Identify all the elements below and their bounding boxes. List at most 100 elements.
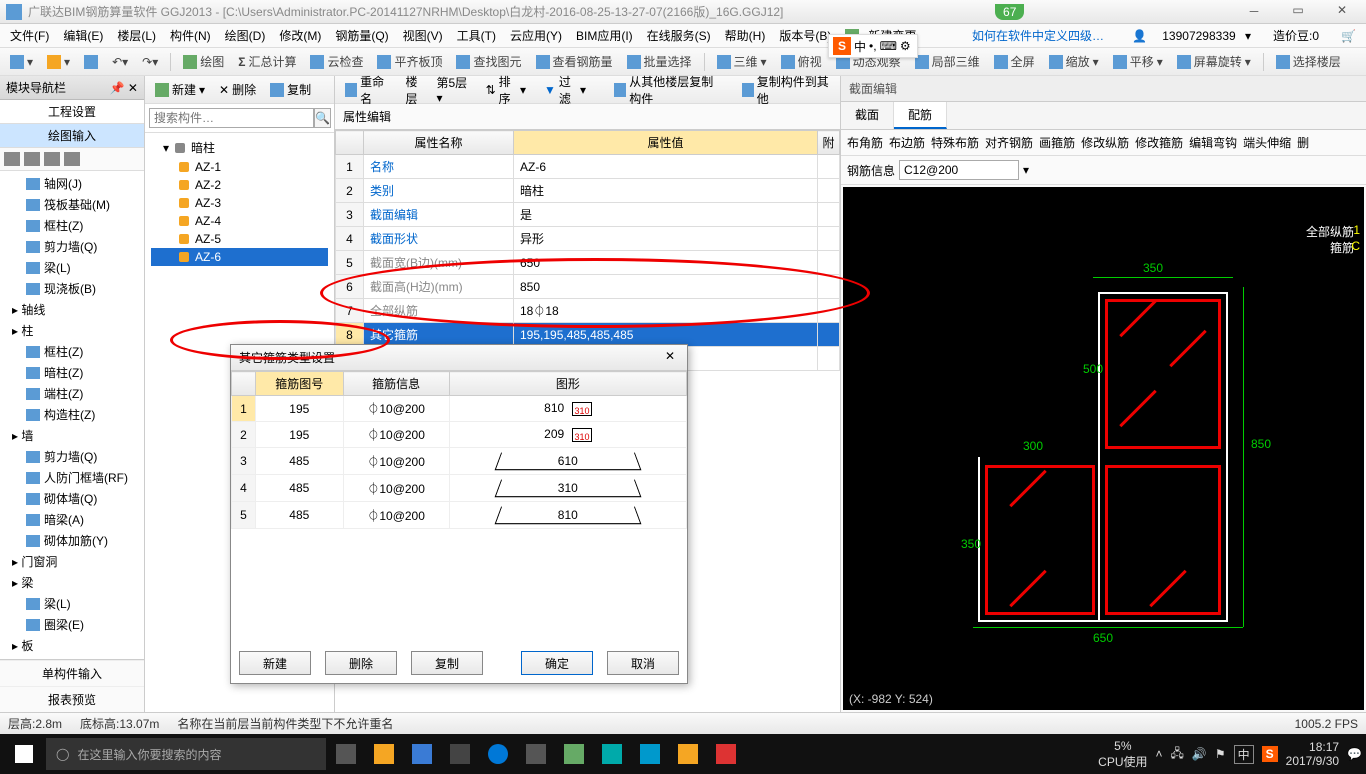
property-row[interactable]: 8其它箍筋195,195,485,485,485: [336, 323, 840, 347]
taskbar-search[interactable]: ◯在这里输入你要搜索的内容: [46, 738, 326, 770]
view3d-button[interactable]: 三维▾: [713, 51, 771, 72]
tray-clock[interactable]: 18:172017/9/30: [1286, 740, 1339, 769]
task-app-1[interactable]: [366, 738, 402, 770]
find-button[interactable]: 查找图元: [452, 51, 525, 72]
stirrup-row[interactable]: 1195⏀10@200810: [232, 396, 687, 422]
nav-tab-single[interactable]: 单构件输入: [0, 660, 144, 686]
nav-item[interactable]: 现浇板(B): [4, 278, 140, 299]
subtool-item[interactable]: 布角筋: [847, 134, 883, 151]
start-button[interactable]: [4, 738, 44, 770]
ime-float[interactable]: S 中•,⌨⚙: [828, 34, 918, 58]
nav-item[interactable]: 暗梁(A): [4, 509, 140, 530]
full-button[interactable]: 全屏: [990, 51, 1039, 72]
section-canvas[interactable]: 350 850 500 300 350 650 全部纵筋 箍筋 1 C (X: …: [843, 187, 1364, 710]
rebar-info-input[interactable]: [899, 160, 1019, 180]
nav-item[interactable]: ▸ 轴线: [4, 299, 140, 320]
cloud-check-button[interactable]: 云检查: [306, 51, 367, 72]
open-button[interactable]: ▾: [43, 53, 74, 71]
comp-copy-button[interactable]: 复制: [266, 79, 315, 100]
search-button[interactable]: 🔍: [314, 108, 331, 128]
nav-item[interactable]: 端柱(Z): [4, 383, 140, 404]
sum-button[interactable]: Σ 汇总计算: [234, 51, 300, 72]
property-row[interactable]: 1名称AZ-6: [336, 155, 840, 179]
task-edge[interactable]: [480, 738, 516, 770]
az-item[interactable]: AZ-1: [151, 158, 328, 176]
nav-item[interactable]: ▸ 柱: [4, 320, 140, 341]
close-button[interactable]: ✕: [1324, 3, 1360, 20]
menu-floor[interactable]: 楼层(L): [111, 25, 162, 46]
subtool-item[interactable]: 修改纵筋: [1081, 134, 1129, 151]
dialog-titlebar[interactable]: 其它箍筋类型设置 ✕: [231, 345, 687, 371]
task-store[interactable]: [518, 738, 554, 770]
property-row[interactable]: 4截面形状异形: [336, 227, 840, 251]
dialog-close-button[interactable]: ✕: [661, 349, 679, 366]
task-app-8[interactable]: [708, 738, 744, 770]
nav-item[interactable]: 暗柱(Z): [4, 362, 140, 383]
undo-button[interactable]: ↶▾: [108, 53, 132, 71]
steel-button[interactable]: 查看钢筋量: [532, 51, 617, 72]
nav-item[interactable]: 框柱(Z): [4, 341, 140, 362]
property-row[interactable]: 7全部纵筋18⏀18: [336, 299, 840, 323]
tray-flag-icon[interactable]: ⚑: [1215, 747, 1226, 761]
new-file-button[interactable]: ▾: [6, 53, 37, 71]
menu-modify[interactable]: 修改(M): [273, 25, 327, 46]
property-table[interactable]: 属性名称 属性值 附 1名称AZ-62类别暗柱3截面编辑是4截面形状异形5截面宽…: [335, 130, 840, 371]
nav-item[interactable]: ▸ 门窗洞: [4, 551, 140, 572]
nav-item[interactable]: 筏板基础(M): [4, 194, 140, 215]
az-item[interactable]: AZ-3: [151, 194, 328, 212]
subtool-item[interactable]: 特殊布筋: [931, 134, 979, 151]
nav-item[interactable]: 框柱(Z): [4, 215, 140, 236]
minimize-button[interactable]: －: [1236, 3, 1272, 20]
nav-item[interactable]: 梁(L): [4, 257, 140, 278]
subtool-item[interactable]: 画箍筋: [1039, 134, 1075, 151]
nav-tab-draw[interactable]: 绘图输入: [0, 124, 144, 148]
nav-item[interactable]: ▸ 墙: [4, 425, 140, 446]
draw-button[interactable]: 绘图: [179, 51, 228, 72]
nav-icon-3[interactable]: [44, 152, 60, 166]
menu-online[interactable]: 在线服务(S): [641, 25, 717, 46]
menu-draw[interactable]: 绘图(D): [219, 25, 272, 46]
prop-rename[interactable]: 重命名: [341, 71, 395, 109]
tab-section[interactable]: 截面: [841, 102, 894, 129]
cpu-meter[interactable]: 5%CPU使用: [1098, 739, 1147, 770]
nav-item[interactable]: 圈梁(E): [4, 614, 140, 635]
maximize-button[interactable]: ▭: [1280, 3, 1316, 20]
tray-sogou-icon[interactable]: S: [1262, 746, 1278, 762]
tray-ime[interactable]: 中: [1234, 745, 1254, 764]
menu-help[interactable]: 帮助(H): [719, 25, 772, 46]
subtool-item[interactable]: 对齐钢筋: [985, 134, 1033, 151]
copyto-button[interactable]: 复制构件到其他: [738, 71, 835, 109]
nav-item[interactable]: ▸ 梁: [4, 572, 140, 593]
taskview-icon[interactable]: [328, 738, 364, 770]
pan-button[interactable]: 平移▾: [1109, 51, 1167, 72]
dialog-del-button[interactable]: 删除: [325, 651, 397, 675]
redo-button[interactable]: ↷▾: [138, 53, 162, 71]
task-app-5[interactable]: [594, 738, 630, 770]
task-app-3[interactable]: [442, 738, 478, 770]
subtool-item[interactable]: 布边筋: [889, 134, 925, 151]
nav-item[interactable]: 砌体墙(Q): [4, 488, 140, 509]
subtool-item[interactable]: 删: [1297, 134, 1309, 151]
nav-item[interactable]: 梁(L): [4, 593, 140, 614]
nav-icon-4[interactable]: [64, 152, 80, 166]
filter-button[interactable]: ▼过滤▾: [540, 71, 590, 109]
stirrup-table[interactable]: 箍筋图号 箍筋信息 图形 1195⏀10@200810 2195⏀10@2002…: [231, 371, 687, 529]
menu-edit[interactable]: 编辑(E): [57, 25, 109, 46]
tray-up-icon[interactable]: ˄: [1156, 747, 1163, 761]
zoom-button[interactable]: 缩放▾: [1045, 51, 1103, 72]
nav-tab-project[interactable]: 工程设置: [0, 100, 144, 124]
menu-rebar[interactable]: 钢筋量(Q): [329, 25, 394, 46]
user-id[interactable]: 👤 13907298339 ▾: [1120, 27, 1257, 45]
stirrup-row[interactable]: 4485⏀10@200310: [232, 475, 687, 502]
copyfrom-button[interactable]: 从其他楼层复制构件: [610, 71, 728, 109]
nav-item[interactable]: ▸ 板: [4, 635, 140, 656]
search-input[interactable]: [149, 108, 314, 128]
sort-button[interactable]: ⇅排序▾: [482, 71, 530, 109]
menu-bim[interactable]: BIM应用(I): [570, 25, 639, 46]
menu-cloud[interactable]: 云应用(Y): [504, 25, 568, 46]
property-row[interactable]: 6截面高(H边)(mm)850: [336, 275, 840, 299]
nav-item[interactable]: 砌体加筋(Y): [4, 530, 140, 551]
nav-item[interactable]: 人防门框墙(RF): [4, 467, 140, 488]
iso-button[interactable]: 俯视: [777, 51, 826, 72]
subtool-item[interactable]: 端头伸缩: [1243, 134, 1291, 151]
